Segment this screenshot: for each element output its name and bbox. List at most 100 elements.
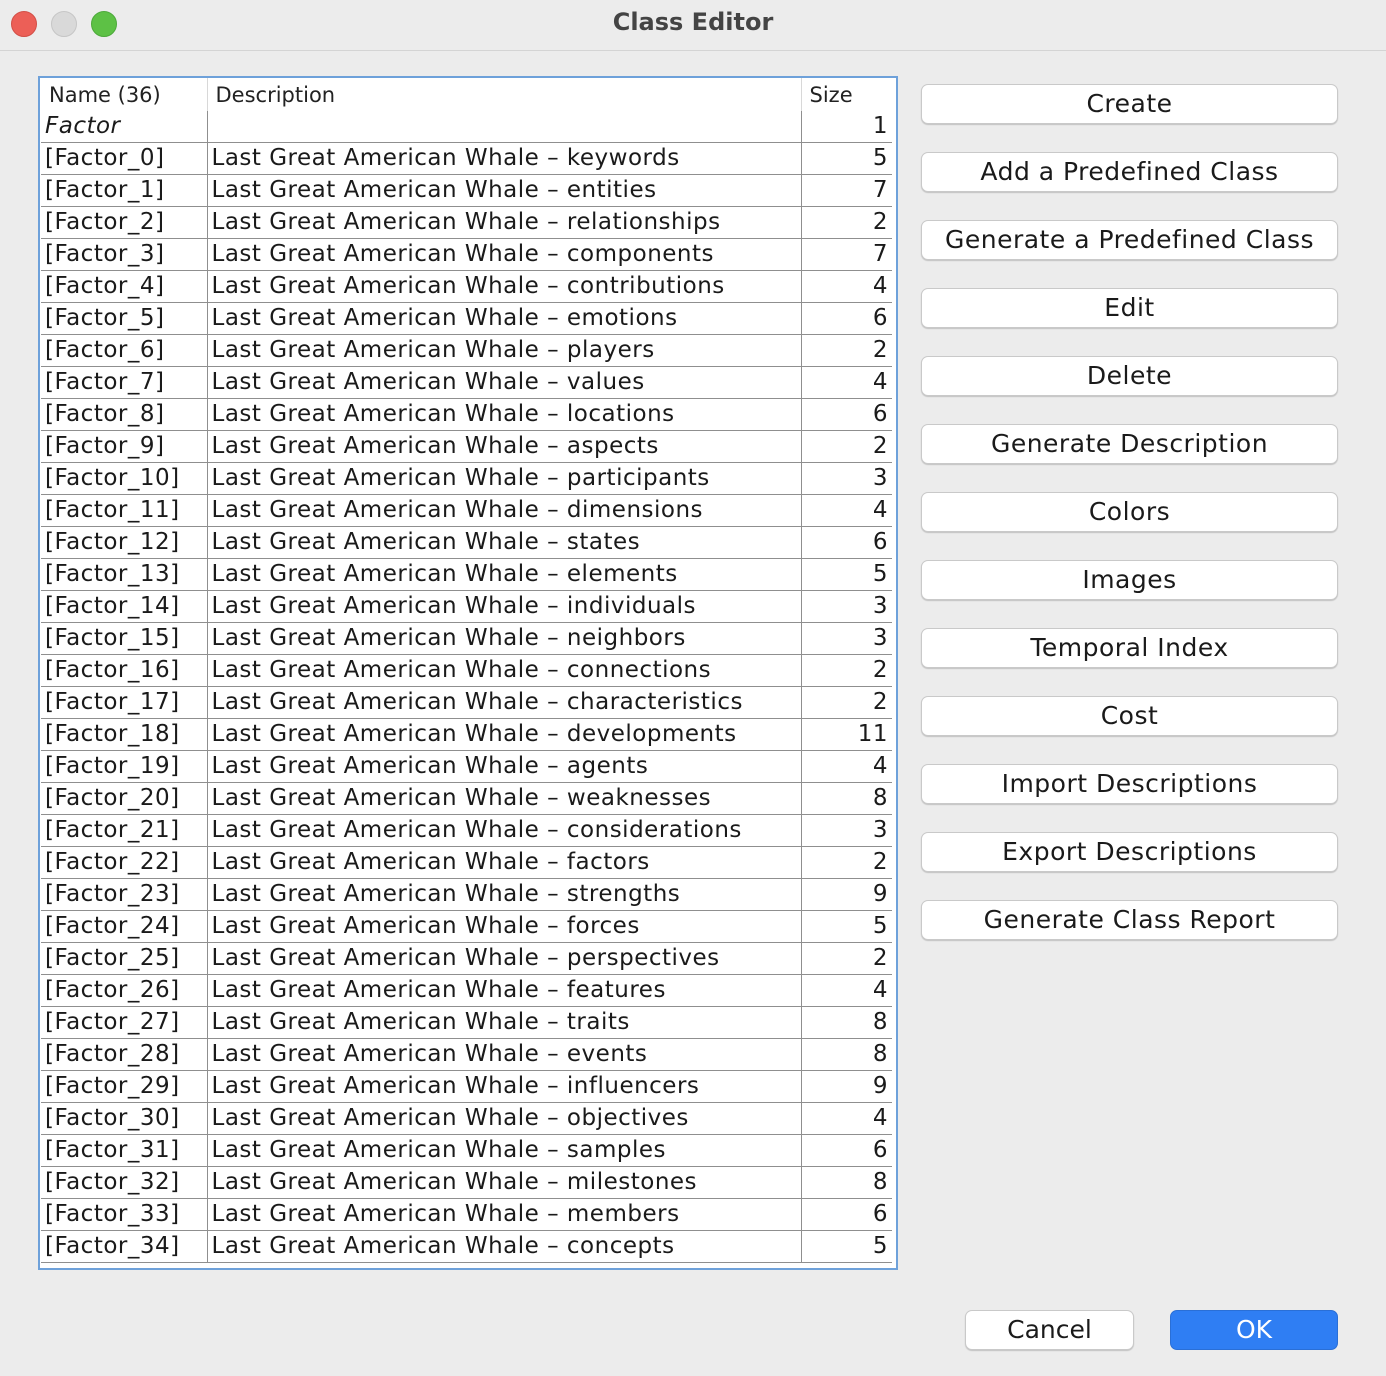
table-row[interactable]: [Factor_15] Last Great American Whale – n… (41, 622, 892, 655)
row-name-cell: [Factor_21] (41, 814, 208, 847)
row-name-cell: [Factor_24] (41, 910, 208, 943)
table-row[interactable]: [Factor_33] Last Great American Whale – m… (41, 1198, 892, 1231)
row-size-cell: 1 (801, 111, 892, 143)
table-row[interactable]: [Factor_4] Last Great American Whale – co… (41, 270, 892, 303)
row-description-cell: Last Great American Whale – agents (207, 750, 802, 783)
row-description-cell: Last Great American Whale – milestones (207, 1166, 802, 1199)
table-row[interactable]: [Factor_9] Last Great American Whale – as… (41, 430, 892, 463)
row-size-cell: 2 (801, 654, 892, 687)
row-description-cell: Last Great American Whale – aspects (207, 430, 802, 463)
table-row[interactable]: [Factor_31] Last Great American Whale – s… (41, 1134, 892, 1167)
row-size-cell: 4 (801, 750, 892, 783)
table-row[interactable]: [Factor_2] Last Great American Whale – re… (41, 206, 892, 239)
row-name-cell: [Factor_14] (41, 590, 208, 623)
row-description-cell: Last Great American Whale – characterist… (207, 686, 802, 719)
row-name-cell: [Factor_22] (41, 846, 208, 879)
table-row[interactable]: [Factor_29] Last Great American Whale – i… (41, 1070, 892, 1103)
generate-description-button[interactable]: Generate Description (921, 424, 1338, 464)
import-descriptions-button[interactable]: Import Descriptions (921, 764, 1338, 804)
delete-button[interactable]: Delete (921, 356, 1338, 396)
table-row[interactable]: [Factor_16] Last Great American Whale – c… (41, 654, 892, 687)
temporal-index-button[interactable]: Temporal Index (921, 628, 1338, 668)
row-name-cell: [Factor_29] (41, 1070, 208, 1103)
row-description-cell: Last Great American Whale – dimensions (207, 494, 802, 527)
column-header-description[interactable]: Description (206, 78, 801, 111)
table-row[interactable]: [Factor_24] Last Great American Whale – f… (41, 910, 892, 943)
export-descriptions-button[interactable]: Export Descriptions (921, 832, 1338, 872)
row-description-cell: Last Great American Whale – developments (207, 718, 802, 751)
table-row[interactable]: [Factor_8] Last Great American Whale – lo… (41, 398, 892, 431)
add-predefined-class-button[interactable]: Add a Predefined Class (921, 152, 1338, 192)
table-row[interactable]: [Factor_25] Last Great American Whale – p… (41, 942, 892, 975)
row-description-cell: Last Great American Whale – consideratio… (207, 814, 802, 847)
row-size-cell: 2 (801, 334, 892, 367)
row-size-cell: 5 (801, 142, 892, 175)
table-row[interactable]: [Factor_13] Last Great American Whale – e… (41, 558, 892, 591)
row-name-cell: [Factor_10] (41, 462, 208, 495)
table-row[interactable]: [Factor_11] Last Great American Whale – d… (41, 494, 892, 527)
row-name-cell: [Factor_16] (41, 654, 208, 687)
row-name-cell: [Factor_7] (41, 366, 208, 399)
row-size-cell: 2 (801, 206, 892, 239)
row-size-cell: 5 (801, 1230, 892, 1263)
table-row[interactable]: [Factor_14] Last Great American Whale – i… (41, 590, 892, 623)
row-size-cell: 6 (801, 526, 892, 559)
row-name-cell: [Factor_8] (41, 398, 208, 431)
table-row[interactable]: [Factor_6] Last Great American Whale – pl… (41, 334, 892, 367)
table-row[interactable]: Factor 1 (41, 111, 892, 143)
column-header-size[interactable]: Size (800, 78, 892, 111)
ok-button[interactable]: OK (1170, 1310, 1338, 1350)
table-row[interactable]: [Factor_0] Last Great American Whale – ke… (41, 142, 892, 175)
window-title: Class Editor (612, 8, 774, 36)
table-row[interactable]: [Factor_26] Last Great American Whale – f… (41, 974, 892, 1007)
table-row[interactable]: [Factor_18] Last Great American Whale – d… (41, 718, 892, 751)
cancel-button[interactable]: Cancel (965, 1310, 1134, 1350)
table-row[interactable]: [Factor_5] Last Great American Whale – em… (41, 302, 892, 335)
images-button[interactable]: Images (921, 560, 1338, 600)
table-row[interactable]: [Factor_30] Last Great American Whale – o… (41, 1102, 892, 1135)
table-row[interactable]: [Factor_1] Last Great American Whale – en… (41, 174, 892, 207)
row-name-cell: [Factor_2] (41, 206, 208, 239)
row-description-cell: Last Great American Whale – factors (207, 846, 802, 879)
row-name-cell: [Factor_3] (41, 238, 208, 271)
column-header-name[interactable]: Name (36) (41, 78, 207, 111)
table-row[interactable]: [Factor_21] Last Great American Whale – c… (41, 814, 892, 847)
row-description-cell: Last Great American Whale – values (207, 366, 802, 399)
table-row[interactable]: [Factor_28] Last Great American Whale – e… (41, 1038, 892, 1071)
row-description-cell: Last Great American Whale – contribution… (207, 270, 802, 303)
table-row[interactable]: [Factor_34] Last Great American Whale – c… (41, 1230, 892, 1263)
table-row[interactable]: [Factor_22] Last Great American Whale – f… (41, 846, 892, 879)
row-description-cell: Last Great American Whale – samples (207, 1134, 802, 1167)
edit-button[interactable]: Edit (921, 288, 1338, 328)
row-name-cell: [Factor_4] (41, 270, 208, 303)
generate-predefined-class-button[interactable]: Generate a Predefined Class (921, 220, 1338, 260)
cost-button[interactable]: Cost (921, 696, 1338, 736)
table-row[interactable]: [Factor_7] Last Great American Whale – va… (41, 366, 892, 399)
generate-class-report-button[interactable]: Generate Class Report (921, 900, 1338, 940)
table-row[interactable]: [Factor_20] Last Great American Whale – w… (41, 782, 892, 815)
row-name-cell: [Factor_19] (41, 750, 208, 783)
table-row[interactable]: [Factor_10] Last Great American Whale – p… (41, 462, 892, 495)
row-name-cell: [Factor_12] (41, 526, 208, 559)
create-button[interactable]: Create (921, 84, 1338, 124)
table-row[interactable]: [Factor_12] Last Great American Whale – s… (41, 526, 892, 559)
row-size-cell: 4 (801, 494, 892, 527)
row-name-cell: [Factor_30] (41, 1102, 208, 1135)
row-name-cell: [Factor_6] (41, 334, 208, 367)
table-row[interactable]: [Factor_23] Last Great American Whale – s… (41, 878, 892, 911)
row-description-cell: Last Great American Whale – entities (207, 174, 802, 207)
table-row[interactable]: [Factor_19] Last Great American Whale – a… (41, 750, 892, 783)
row-description-cell: Last Great American Whale – weaknesses (207, 782, 802, 815)
colors-button[interactable]: Colors (921, 492, 1338, 532)
row-description-cell: Last Great American Whale – features (207, 974, 802, 1007)
row-description-cell: Last Great American Whale – concepts (207, 1230, 802, 1263)
table-row[interactable]: [Factor_27] Last Great American Whale – t… (41, 1006, 892, 1039)
row-description-cell: Last Great American Whale – neighbors (207, 622, 802, 655)
row-name-cell: [Factor_25] (41, 942, 208, 975)
table-row[interactable]: [Factor_32] Last Great American Whale – m… (41, 1166, 892, 1199)
table-row[interactable]: [Factor_3] Last Great American Whale – co… (41, 238, 892, 271)
row-size-cell: 5 (801, 558, 892, 591)
row-size-cell: 5 (801, 910, 892, 943)
table-row[interactable]: [Factor_17] Last Great American Whale – c… (41, 686, 892, 719)
class-table[interactable]: Name (36) Description Size Factor 1 [Facto… (38, 76, 898, 1270)
